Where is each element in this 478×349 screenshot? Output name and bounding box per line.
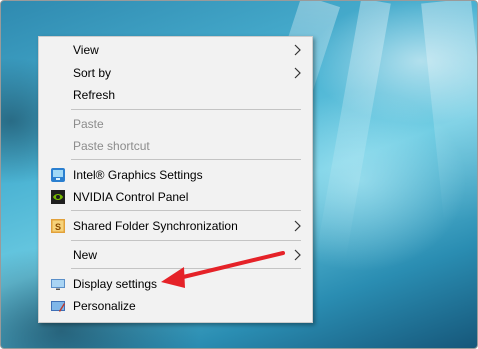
- annotation-arrow: [161, 251, 285, 288]
- desktop-background: View Sort by Refresh Paste Paste shortcu…: [0, 0, 478, 349]
